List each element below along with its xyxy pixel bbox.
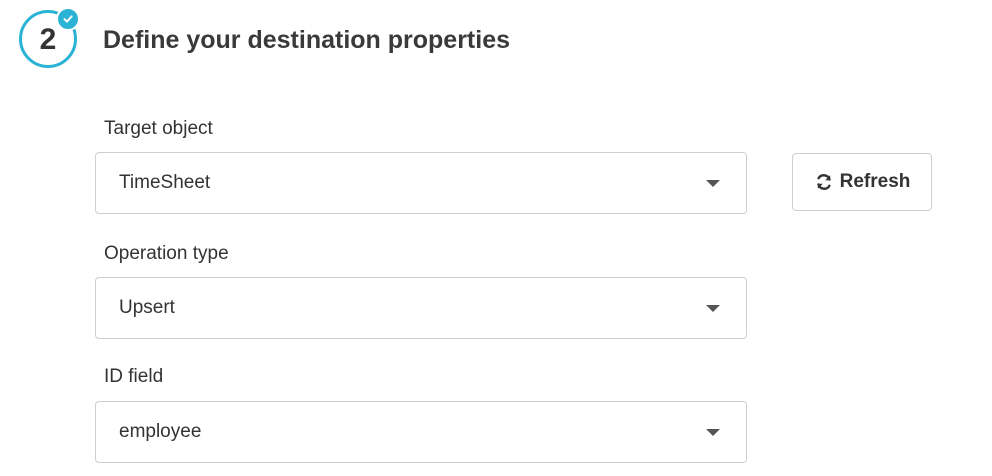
id-field-select[interactable]: employee [95, 401, 747, 463]
destination-properties-panel: 2 Define your destination properties Tar… [0, 0, 992, 476]
refresh-label: Refresh [839, 171, 911, 192]
operation-type-select[interactable]: Upsert [95, 277, 747, 339]
step-number: 2 [39, 23, 57, 56]
operation-type-value: Upsert [119, 297, 175, 318]
step-title: Define your destination properties [103, 26, 511, 54]
step-indicator: 2 [19, 7, 80, 68]
target-object-select[interactable]: TimeSheet [95, 152, 747, 214]
chevron-down-icon [706, 180, 720, 187]
id-field-value: employee [119, 421, 202, 442]
check-icon [56, 7, 80, 31]
target-object-label: Target object [104, 118, 213, 139]
chevron-down-icon [706, 305, 720, 312]
target-object-value: TimeSheet [119, 172, 211, 193]
operation-type-label: Operation type [104, 243, 229, 264]
id-field-label: ID field [104, 366, 164, 387]
step-header: 2 Define your destination properties [19, 7, 510, 70]
refresh-icon [814, 172, 834, 192]
chevron-down-icon [706, 429, 720, 436]
refresh-button[interactable]: Refresh [792, 153, 932, 211]
